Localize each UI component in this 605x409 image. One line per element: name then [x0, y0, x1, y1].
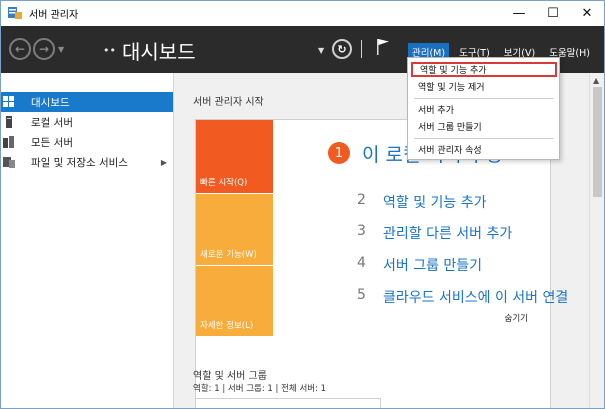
nav-arrows: ← → ▼: [9, 38, 64, 60]
servers-icon: [3, 136, 14, 148]
tile-label: 새로운 기능(W): [200, 250, 257, 260]
sidebar: 대시보드 로컬 서버 모든 서버 파일 및 저장소 서비스 ▶: [1, 73, 174, 408]
scroll-up-icon[interactable]: ▲: [593, 76, 599, 85]
step-3-number: 3: [357, 223, 366, 239]
storage-icon: [3, 157, 15, 168]
minimize-button[interactable]: —: [502, 1, 536, 26]
step-1-number: 1: [328, 142, 350, 164]
step-5-link[interactable]: 클라우드 서비스에 이 서버 연결: [383, 287, 568, 307]
vertical-scrollbar[interactable]: ▲: [589, 73, 604, 408]
hide-link[interactable]: 숨기기: [505, 312, 528, 324]
maximize-button[interactable]: ☐: [536, 1, 570, 26]
sidebar-item-label: 모든 서버: [31, 136, 73, 149]
menu-item-add-roles[interactable]: 역할 및 기능 추가: [411, 62, 557, 77]
tile-learn-more[interactable]: 자세한 정보(L): [196, 266, 273, 336]
sidebar-item-file-storage[interactable]: 파일 및 저장소 서비스 ▶: [1, 152, 173, 172]
breadcrumb-dropdown-icon[interactable]: ▼: [318, 46, 324, 55]
tile-quick-start[interactable]: 빠른 시작(Q): [196, 120, 273, 193]
nav-separator: [361, 40, 362, 58]
step-2-link[interactable]: 역할 및 기능 추가: [383, 192, 487, 212]
step-3-link[interactable]: 관리할 다른 서버 추가: [383, 223, 512, 243]
sidebar-item-label: 로컬 서버: [31, 116, 73, 129]
roles-tile[interactable]: [195, 398, 381, 408]
step-5-number: 5: [357, 287, 366, 303]
sidebar-item-all-servers[interactable]: 모든 서버: [1, 132, 173, 152]
quick-start-panel: 빠른 시작(Q) 새로운 기능(W) 자세한 정보(L) 1 이 로컬 서버 구…: [195, 119, 568, 408]
forward-arrow-icon[interactable]: →: [33, 38, 55, 60]
back-arrow-icon[interactable]: ←: [9, 38, 31, 60]
server-manager-icon: [8, 7, 22, 19]
close-button[interactable]: ✕: [570, 1, 604, 26]
menu-item-create-server-group[interactable]: 서버 그룹 만들기: [411, 119, 557, 134]
step-2-number: 2: [357, 192, 366, 208]
sidebar-item-local-server[interactable]: 로컬 서버: [1, 112, 173, 132]
section-title: 서버 관리자 시작: [193, 97, 264, 108]
dashboard-icon: [3, 96, 14, 107]
window-title: 서버 관리자: [29, 10, 79, 21]
expand-arrow-icon[interactable]: ▶: [161, 158, 167, 167]
tile-label: 자세한 정보(L): [200, 321, 254, 331]
page-title: 대시보드: [122, 40, 196, 64]
manage-dropdown-menu: 역할 및 기능 추가 역할 및 기능 제거 서버 추가 서버 그룹 만들기 서버…: [407, 57, 560, 160]
menu-separator: [414, 138, 554, 139]
step-4-link[interactable]: 서버 그룹 만들기: [383, 255, 482, 275]
sidebar-item-dashboard[interactable]: 대시보드: [1, 92, 173, 112]
sidebar-item-label: 대시보드: [31, 96, 70, 109]
notification-flag-icon[interactable]: [376, 38, 390, 56]
tile-whats-new[interactable]: 새로운 기능(W): [196, 194, 273, 265]
roles-title: 역할 및 서버 그룹: [193, 371, 267, 382]
menu-item-remove-roles[interactable]: 역할 및 기능 제거: [411, 79, 557, 94]
breadcrumb-chevron-icon: ••: [103, 44, 116, 57]
title-bar: 서버 관리자 — ☐ ✕: [1, 1, 604, 26]
step-4-number: 4: [357, 255, 366, 271]
menu-item-add-servers[interactable]: 서버 추가: [411, 102, 557, 117]
roles-counts: 역할: 1 | 서버 그룹: 1 | 전체 서버: 1: [193, 384, 327, 394]
menu-separator: [414, 98, 554, 99]
sidebar-item-label: 파일 및 저장소 서비스: [31, 156, 128, 169]
refresh-icon[interactable]: ↻: [332, 39, 352, 59]
history-dropdown-icon[interactable]: ▼: [58, 45, 64, 54]
server-icon: [6, 116, 12, 128]
scroll-thumb[interactable]: [593, 87, 602, 197]
server-manager-window: 서버 관리자 — ☐ ✕ ← → ▼ •• 대시보드 ▼ ↻ 관리(M) 도구(…: [0, 0, 605, 409]
menu-item-properties[interactable]: 서버 관리자 속성: [411, 142, 557, 157]
tile-label: 빠른 시작(Q): [200, 178, 248, 188]
